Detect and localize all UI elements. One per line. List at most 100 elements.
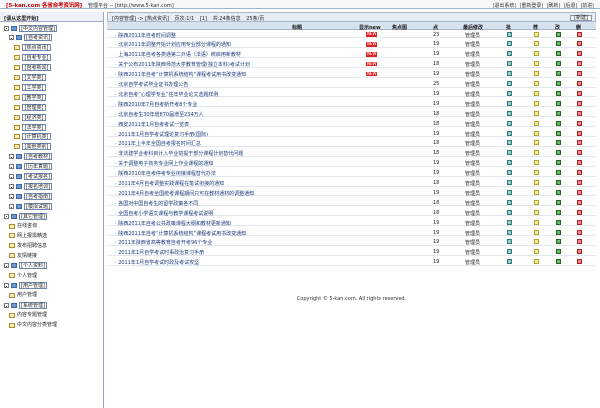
sidebar-item[interactable]: [自考专业] [14, 54, 51, 62]
article-title-link[interactable]: 非法建学业考科目计入毕业前提于部分课程计划替代问题 [115, 150, 243, 157]
sidebar-item[interactable]: 个人管理 [9, 272, 37, 280]
sidebar-item[interactable]: [系统管理] [4, 301, 48, 309]
approve-icon[interactable] [507, 239, 512, 245]
edit-icon[interactable] [556, 189, 561, 195]
article-title-link[interactable]: 2011年上半年全国自考报名时间汇总 [115, 140, 201, 147]
approve-icon[interactable] [507, 199, 512, 205]
delete-icon[interactable] [577, 81, 582, 86]
recommend-icon[interactable] [534, 61, 539, 67]
collapse-toggle-icon[interactable] [9, 183, 14, 189]
approve-icon[interactable] [507, 160, 512, 166]
delete-icon[interactable] [577, 71, 582, 77]
collapse-toggle-icon[interactable] [9, 164, 14, 170]
sidebar-item[interactable]: [其他类别] [14, 143, 51, 151]
article-title-link[interactable]: 全国自考小学语文课程与教学课程考试说明 [115, 210, 213, 217]
sidebar-item[interactable]: [报名培训] [9, 182, 53, 190]
article-title-link[interactable]: 关于公布2011年陕西师范大学教育管理(独立本科)考试计划 [115, 61, 250, 68]
delete-icon[interactable] [577, 61, 582, 67]
article-title-link[interactable]: 2011年4月自考调整实践课程在笔试衔接的通知 [115, 180, 224, 187]
new-button[interactable]: [新建] [570, 14, 592, 21]
sidebar-item[interactable]: 中文内容分类管理 [9, 321, 57, 329]
delete-icon[interactable] [577, 249, 582, 255]
sidebar-item[interactable]: [自考指南] [9, 192, 53, 200]
delete-icon[interactable] [577, 140, 582, 146]
approve-icon[interactable] [507, 209, 512, 215]
delete-icon[interactable] [577, 239, 582, 245]
recommend-icon[interactable] [534, 209, 539, 215]
edit-icon[interactable] [556, 71, 561, 77]
delete-icon[interactable] [577, 229, 582, 235]
approve-icon[interactable] [507, 170, 512, 176]
recommend-icon[interactable] [534, 81, 539, 86]
edit-icon[interactable] [556, 100, 561, 106]
approve-icon[interactable] [507, 90, 512, 96]
sidebar-item[interactable]: [经济类] [14, 113, 46, 121]
recommend-icon[interactable] [534, 259, 539, 265]
recommend-icon[interactable] [534, 130, 539, 136]
sidebar-item[interactable]: 内容专题管理 [9, 311, 47, 319]
recommend-icon[interactable] [534, 140, 539, 146]
sidebar-item[interactable]: [文学类] [14, 74, 46, 82]
logout-link[interactable]: |退出系统| [493, 3, 516, 9]
collapse-toggle-icon[interactable] [4, 213, 9, 219]
article-title-link[interactable]: 北京2011年调整开始计划应用专业部分课程的通知 [115, 41, 231, 48]
article-title-link[interactable]: 关于调整电子商务专业网上作业课程的通知 [115, 160, 213, 167]
recommend-icon[interactable] [534, 100, 539, 106]
recommend-icon[interactable] [534, 120, 539, 126]
recommend-icon[interactable] [534, 199, 539, 205]
edit-icon[interactable] [556, 249, 561, 255]
approve-icon[interactable] [507, 219, 512, 225]
article-title-link[interactable]: 陕西2011年自考“计算机系统结构”课程考试用书改变通知 [115, 71, 246, 78]
delete-icon[interactable] [577, 90, 582, 96]
article-title-link[interactable]: 2011年1月自学考试时政及考试攻坚 [115, 259, 199, 266]
edit-icon[interactable] [556, 31, 561, 37]
edit-icon[interactable] [556, 160, 561, 166]
article-title-link[interactable]: 西安2011年1月自考考试一览表 [115, 121, 189, 128]
sidebar-item[interactable]: [自考资讯] [9, 34, 53, 42]
approve-icon[interactable] [507, 81, 512, 86]
recommend-icon[interactable] [534, 170, 539, 176]
delete-icon[interactable] [577, 120, 582, 126]
sidebar-item[interactable]: [历年真题] [9, 163, 53, 171]
article-title-link[interactable]: 2011年陕西省高等教育自考开考96个专业 [115, 239, 212, 246]
sidebar-item[interactable]: [自考教材] [9, 153, 53, 161]
edit-icon[interactable] [556, 209, 561, 215]
edit-icon[interactable] [556, 259, 561, 265]
edit-icon[interactable] [556, 150, 561, 156]
edit-icon[interactable] [556, 199, 561, 205]
article-title-link[interactable]: 2011年1月自学考试时事政治复习手册 [115, 249, 204, 256]
article-title-link[interactable]: 陕西2011年自考公共政策课程大纲和教材更新通知 [115, 220, 231, 227]
approve-icon[interactable] [507, 120, 512, 126]
recommend-icon[interactable] [534, 180, 539, 185]
sidebar-item[interactable]: 网上报需精选 [9, 232, 47, 240]
delete-icon[interactable] [577, 31, 582, 37]
article-title-link[interactable]: 各国对中国自考生的留学政策各不同 [115, 200, 198, 207]
recommend-icon[interactable] [534, 160, 539, 166]
sidebar-item[interactable]: 友情链接 [9, 252, 37, 260]
approve-icon[interactable] [507, 51, 512, 57]
collapse-toggle-icon[interactable] [9, 35, 14, 41]
delete-icon[interactable] [577, 130, 582, 136]
edit-icon[interactable] [556, 61, 561, 67]
edit-icon[interactable] [556, 170, 561, 176]
sidebar-item[interactable]: 用户管理 [9, 291, 37, 299]
sidebar-item[interactable]: [教学类] [14, 93, 46, 101]
edit-icon[interactable] [556, 180, 561, 185]
recommend-icon[interactable] [534, 71, 539, 77]
edit-icon[interactable] [556, 51, 561, 57]
recommend-icon[interactable] [534, 51, 539, 57]
delete-icon[interactable] [577, 259, 582, 265]
approve-icon[interactable] [507, 150, 512, 156]
sidebar-item[interactable]: 在线咨询 [9, 222, 37, 230]
recommend-icon[interactable] [534, 90, 539, 96]
delete-icon[interactable] [577, 170, 582, 176]
recommend-icon[interactable] [534, 41, 539, 47]
approve-icon[interactable] [507, 229, 512, 235]
recommend-icon[interactable] [534, 219, 539, 225]
approve-icon[interactable] [507, 259, 512, 265]
collapse-toggle-icon[interactable] [9, 154, 14, 160]
edit-icon[interactable] [556, 140, 561, 146]
delete-icon[interactable] [577, 51, 582, 57]
refresh-link[interactable]: |刷新| [547, 3, 560, 9]
article-title-link[interactable]: 北京自学考试毕业证书办理公告 [115, 81, 188, 88]
